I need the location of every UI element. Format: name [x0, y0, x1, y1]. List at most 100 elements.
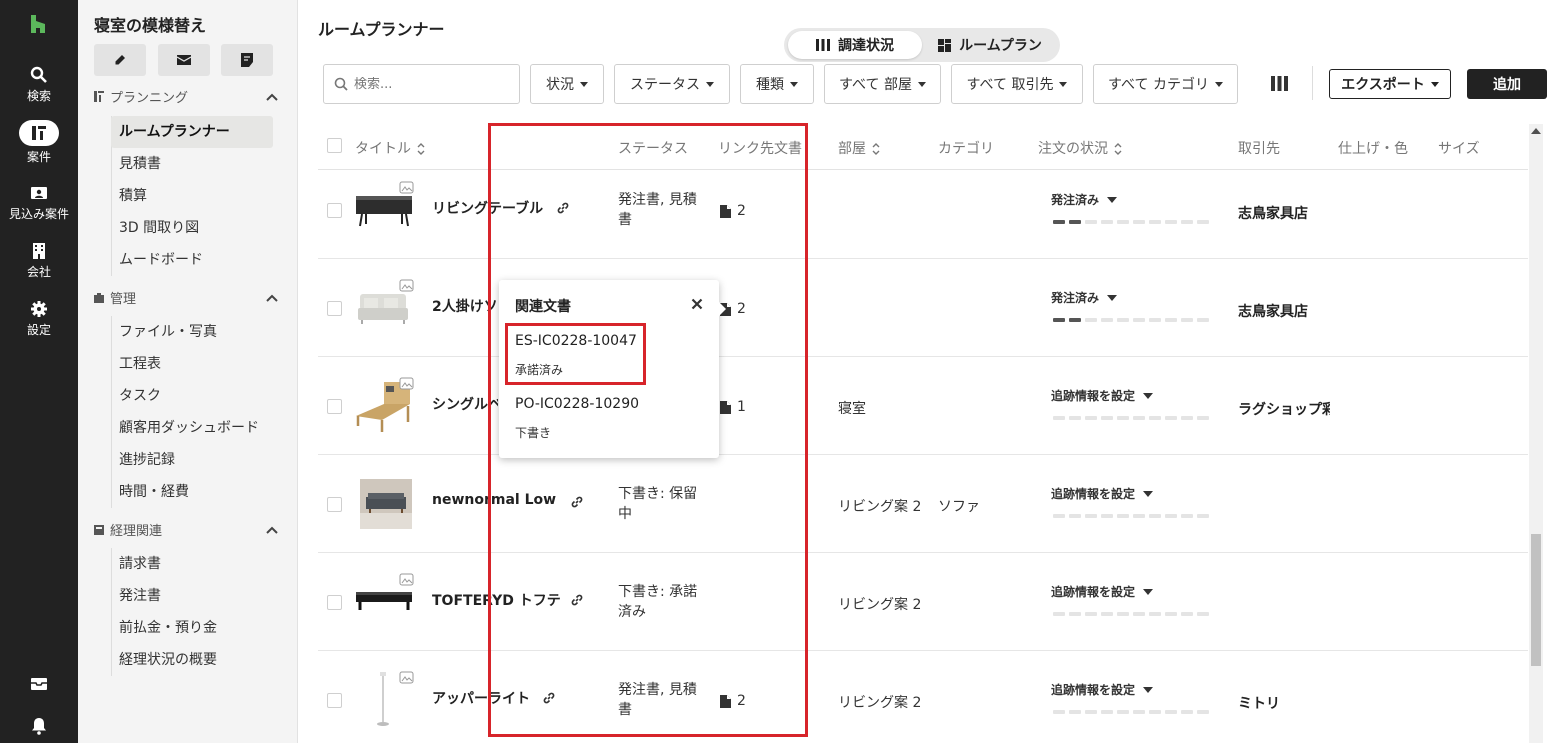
sidebar-item-retainers[interactable]: 前払金・預り金 [111, 612, 273, 644]
row-checkbox[interactable] [327, 399, 342, 414]
section-management[interactable]: 管理 [94, 288, 278, 307]
filter-room[interactable]: すべて 部屋 [824, 64, 941, 104]
product-thumbnail [377, 671, 414, 726]
room-name[interactable]: 寝室 [838, 398, 866, 418]
sidebar-item-daily-logs[interactable]: 進捗記録 [111, 444, 273, 476]
product-thumbnail [356, 377, 414, 432]
filter-state-label: 状況 [546, 77, 574, 93]
tab-procurement[interactable]: 調達状況 [788, 31, 922, 59]
sidebar-item-purchase-orders[interactable]: 発注書 [111, 580, 273, 612]
filter-room-label: すべて 部屋 [839, 77, 912, 93]
sort-icon [1114, 143, 1122, 155]
vendor-name[interactable]: 志鳥家具店 [1238, 203, 1334, 223]
vendor-name[interactable]: 志鳥家具店 [1238, 301, 1334, 321]
sidebar-item-invoices[interactable]: 請求書 [111, 548, 273, 580]
rail-company[interactable]: 会社 [0, 242, 78, 280]
section-financial-title: 経理関連 [110, 524, 163, 539]
caret-down-icon [706, 81, 714, 87]
order-status-dropdown[interactable]: 発注済み [1051, 191, 1118, 208]
filter-vendor[interactable]: すべて 取引先 [951, 64, 1083, 104]
tab-room-plan-label: ルームプラン [959, 38, 1042, 54]
export-button[interactable]: エクスポート [1329, 69, 1451, 99]
col-room[interactable]: 部屋 [838, 138, 880, 158]
filter-status-label: ステータス [630, 77, 700, 93]
rail-settings-label: 設定 [26, 323, 51, 337]
sidebar-item-estimates[interactable]: 見積書 [111, 148, 273, 180]
vendor-name[interactable]: ラグショップ彩 [1238, 399, 1330, 419]
sidebar-item-tasks[interactable]: タスク [111, 380, 273, 412]
message-button[interactable] [158, 44, 210, 76]
product-thumbnail [356, 181, 414, 227]
row-checkbox[interactable] [327, 595, 342, 610]
sidebar-item-time-expenses[interactable]: 時間・経費 [111, 476, 273, 508]
sidebar-item-client-dashboard[interactable]: 顧客用ダッシュボード [111, 412, 273, 444]
sidebar-item-schedule[interactable]: 工程表 [111, 348, 273, 380]
section-financial[interactable]: 経理関連 [94, 520, 278, 539]
section-planning[interactable]: プランニング [94, 87, 278, 106]
order-progress [1053, 220, 1213, 224]
product-thumbnail [358, 279, 414, 324]
order-status-dropdown[interactable]: 追跡情報を設定 [1051, 485, 1154, 502]
row-checkbox[interactable] [327, 497, 342, 512]
chevron-up-icon [266, 526, 278, 534]
order-progress [1053, 612, 1213, 616]
select-all-checkbox[interactable] [327, 138, 342, 153]
room-name[interactable]: リビング案 2 [838, 496, 921, 516]
chevron-up-icon [266, 93, 278, 101]
column-settings-icon[interactable] [1271, 76, 1288, 91]
caret-down-icon [1214, 81, 1223, 87]
tab-room-plan[interactable]: ルームプラン [924, 31, 1056, 59]
rail-settings[interactable]: 設定 [0, 300, 78, 338]
rail-search[interactable]: 検索 [0, 66, 78, 104]
filter-state[interactable]: 状況 [530, 64, 604, 104]
search-input[interactable] [354, 76, 504, 92]
col-category: カテゴリ [938, 141, 994, 157]
category-name[interactable]: ソファ [938, 496, 980, 516]
room-name[interactable]: リビング案 2 [838, 692, 921, 712]
filter-category[interactable]: すべて カテゴリ [1093, 64, 1238, 104]
note-icon [241, 53, 253, 67]
order-status-dropdown[interactable]: 追跡情報を設定 [1051, 583, 1154, 600]
scrollbar-thumb[interactable] [1531, 534, 1541, 666]
filter-status[interactable]: ステータス [614, 64, 730, 104]
sidebar-item-moodboard[interactable]: ムードボード [111, 244, 273, 276]
sidebar-item-files[interactable]: ファイル・写真 [111, 316, 273, 348]
bell-icon[interactable] [29, 716, 49, 736]
sidebar-item-takeoff[interactable]: 積算 [111, 180, 273, 212]
product-thumbnail [356, 573, 414, 610]
row-checkbox[interactable] [327, 301, 342, 316]
row-checkbox[interactable] [327, 203, 342, 218]
caret-down-icon [917, 81, 926, 87]
caret-down-icon [790, 81, 798, 87]
sidebar-item-3d-floorplan[interactable]: 3D 間取り図 [111, 212, 273, 244]
order-status-dropdown[interactable]: 発注済み [1051, 289, 1118, 306]
edit-project-button[interactable] [94, 44, 146, 76]
rail-leads[interactable]: 見込み案件 [0, 184, 78, 222]
col-title[interactable]: タイトル [355, 138, 425, 158]
inbox-icon[interactable] [29, 674, 49, 694]
toolbar-divider [1312, 66, 1313, 100]
add-button[interactable]: 追加 [1467, 69, 1547, 99]
sidebar-item-financial-overview[interactable]: 経理状況の概要 [111, 644, 273, 676]
filter-type[interactable]: 種類 [740, 64, 814, 104]
vendor-name[interactable]: ミトリ [1238, 693, 1334, 713]
col-order-status[interactable]: 注文の状況 [1038, 138, 1122, 158]
rail-projects[interactable]: 案件 [0, 120, 78, 165]
room-name[interactable]: リビング案 2 [838, 594, 921, 614]
order-status-dropdown[interactable]: 追跡情報を設定 [1051, 387, 1154, 404]
projects-icon [32, 126, 46, 140]
planning-icon [94, 91, 104, 102]
sidebar-item-room-planner[interactable]: ルームプランナー [111, 116, 273, 148]
order-status-dropdown[interactable]: 追跡情報を設定 [1051, 681, 1154, 698]
notes-button[interactable] [221, 44, 273, 76]
briefcase-icon [94, 292, 104, 303]
caret-down-icon [1059, 81, 1068, 87]
row-checkbox[interactable] [327, 693, 342, 708]
highlight-box [488, 123, 808, 737]
col-order-status-label: 注文の状況 [1038, 141, 1108, 157]
houzz-logo-icon[interactable] [28, 14, 48, 34]
col-title-label: タイトル [355, 141, 411, 157]
export-label: エクスポート [1341, 77, 1425, 93]
scroll-up-arrow-icon[interactable] [1531, 128, 1541, 134]
order-progress [1053, 318, 1213, 322]
